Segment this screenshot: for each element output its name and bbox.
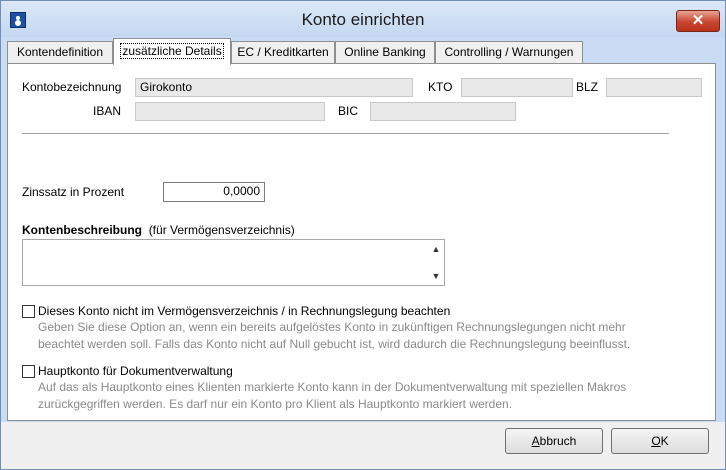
abbruch-label-rest: bbruch [539,434,577,448]
tab-kontendefinition[interactable]: Kontendefinition [7,41,113,63]
window-title: Konto einrichten [301,10,425,29]
vermoegensverzeichnis-note-line2: beachtet werden soll. Falls das Konto ni… [38,337,631,351]
kontenbeschreibung-label: Kontenbeschreibung [22,223,143,237]
kto-field[interactable] [461,78,573,97]
vermoegensverzeichnis-checkbox[interactable] [22,305,35,318]
vermoegensverzeichnis-option-label[interactable]: Dieses Konto nicht im Vermögensverzeichn… [38,304,450,318]
button-bar: Abbruch OK [1,422,725,469]
vermoegensverzeichnis-note-line1: Geben Sie diese Option an, wenn ein bere… [38,320,626,334]
ok-label-rest: K [660,434,669,448]
scroll-down-icon[interactable]: ▼ [431,271,441,281]
iban-label: IBAN [93,104,122,118]
separator-line [22,133,669,134]
ok-accesskey: O [651,434,661,448]
title-bar[interactable]: Konto einrichten ✕ [1,1,725,37]
dialog-window: Konto einrichten ✕ Kontendefinition zusä… [0,0,726,470]
bic-label: BIC [338,104,359,118]
blz-field[interactable] [606,78,702,97]
kontobezeichnung-label: Kontobezeichnung [22,80,122,94]
tab-zusaetzliche-details[interactable]: zusätzliche Details [113,38,231,65]
tab-zusaetzliche-details-label: zusätzliche Details [120,43,224,59]
kontobezeichnung-field[interactable]: Girokonto [135,78,413,97]
tab-controlling-warnungen[interactable]: Controlling / Warnungen [435,41,583,63]
zinssatz-input[interactable]: 0,0000 [163,182,265,202]
kontenbeschreibung-textarea[interactable]: ▲ ▼ [22,239,445,286]
hauptkonto-option-label[interactable]: Hauptkonto für Dokumentverwaltung [38,364,233,378]
abbruch-accesskey: A [531,434,540,448]
ok-button[interactable]: OK [611,428,709,454]
abbruch-button[interactable]: Abbruch [505,428,603,454]
close-button[interactable]: ✕ [676,10,720,32]
hauptkonto-note-line1: Auf das als Hauptkonto eines Klienten ma… [38,380,627,394]
iban-field[interactable] [135,102,325,121]
kontenbeschreibung-heading: Kontenbeschreibung (für Vermögensverzeic… [22,223,295,237]
hauptkonto-note-line2: zurückgegriffen werden. Es darf nur ein … [38,397,513,411]
hauptkonto-checkbox[interactable] [22,365,35,378]
tab-online-banking[interactable]: Online Banking [335,41,435,63]
blz-label: BLZ [576,80,599,94]
tab-ec-kreditkarten[interactable]: EC / Kreditkarten [231,41,335,63]
kontenbeschreibung-hint: (für Vermögensverzeichnis) [148,223,295,237]
bic-field[interactable] [370,102,516,121]
scroll-up-icon[interactable]: ▲ [431,244,441,254]
details-panel: Kontobezeichnung Girokonto KTO BLZ IBAN … [7,63,716,421]
zinssatz-label: Zinssatz in Prozent [22,185,125,199]
kto-label: KTO [428,80,453,94]
